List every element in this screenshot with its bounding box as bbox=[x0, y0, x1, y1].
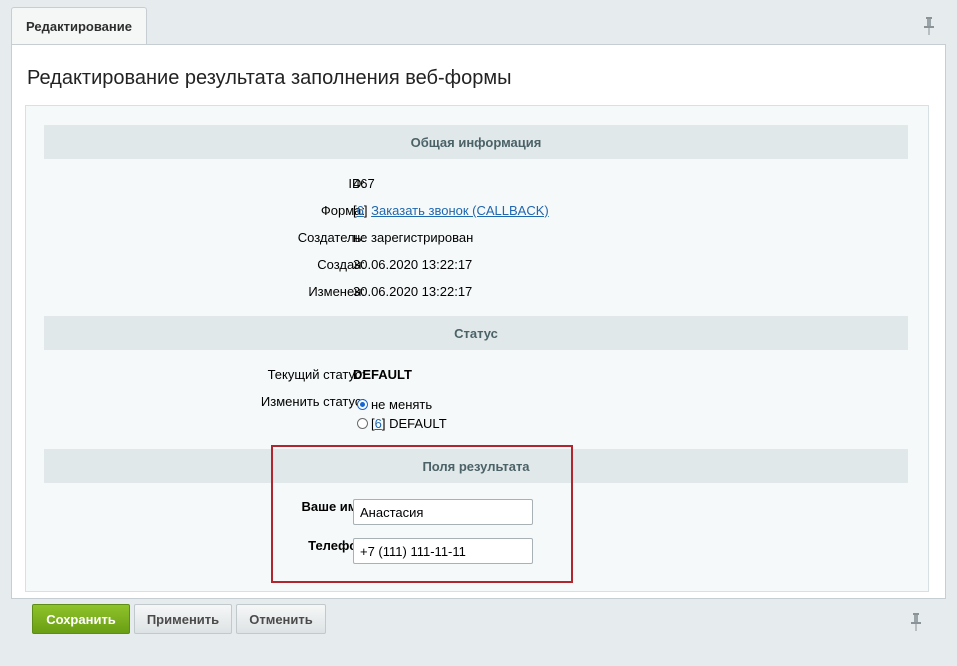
radio-default-label: ] DEFAULT bbox=[381, 416, 447, 431]
tab-edit[interactable]: Редактирование bbox=[11, 7, 147, 45]
creator-value: не зарегистрирован bbox=[353, 230, 474, 245]
form-container: Общая информация ID: 467 Форма: [6] Зака… bbox=[25, 105, 929, 592]
name-input[interactable] bbox=[353, 499, 533, 525]
radio-keep-label: не менять bbox=[371, 397, 433, 412]
tab-strip: Редактирование bbox=[0, 0, 957, 45]
status-option-default[interactable]: [6] DEFAULT bbox=[357, 416, 447, 431]
page-title: Редактирование результата заполнения веб… bbox=[27, 67, 512, 89]
id-value: 467 bbox=[353, 176, 375, 191]
form-id-link[interactable]: 6 bbox=[357, 203, 364, 218]
cancel-button[interactable]: Отменить bbox=[236, 604, 326, 634]
form-bracket-close: ] bbox=[363, 203, 368, 218]
change-status-label: Изменить статус: bbox=[260, 394, 365, 409]
apply-button[interactable]: Применить bbox=[134, 604, 232, 634]
section-general-heading: Общая информация bbox=[44, 125, 908, 159]
edit-panel: Редактирование результата заполнения веб… bbox=[11, 44, 946, 599]
radio-default[interactable] bbox=[357, 418, 368, 429]
modified-value: 30.06.2020 13:22:17 bbox=[353, 284, 473, 299]
section-status-heading: Статус bbox=[44, 316, 908, 350]
form-value: [6] Заказать звонок (CALLBACK) bbox=[353, 203, 549, 218]
status-option-keep[interactable]: не менять bbox=[357, 397, 432, 412]
pin-icon[interactable] bbox=[923, 17, 935, 35]
status-id-link[interactable]: 6 bbox=[375, 416, 382, 431]
current-status-value: DEFAULT bbox=[353, 367, 412, 382]
radio-keep[interactable] bbox=[357, 399, 368, 410]
pin-icon[interactable] bbox=[910, 613, 922, 631]
created-value: 30.06.2020 13:22:17 bbox=[353, 257, 473, 272]
form-name-link[interactable]: Заказать звонок (CALLBACK) bbox=[371, 203, 549, 218]
save-button[interactable]: Сохранить bbox=[32, 604, 130, 634]
section-fields-heading: Поля результата bbox=[44, 449, 908, 483]
phone-input[interactable] bbox=[353, 538, 533, 564]
current-status-label: Текущий статус: bbox=[267, 367, 365, 382]
